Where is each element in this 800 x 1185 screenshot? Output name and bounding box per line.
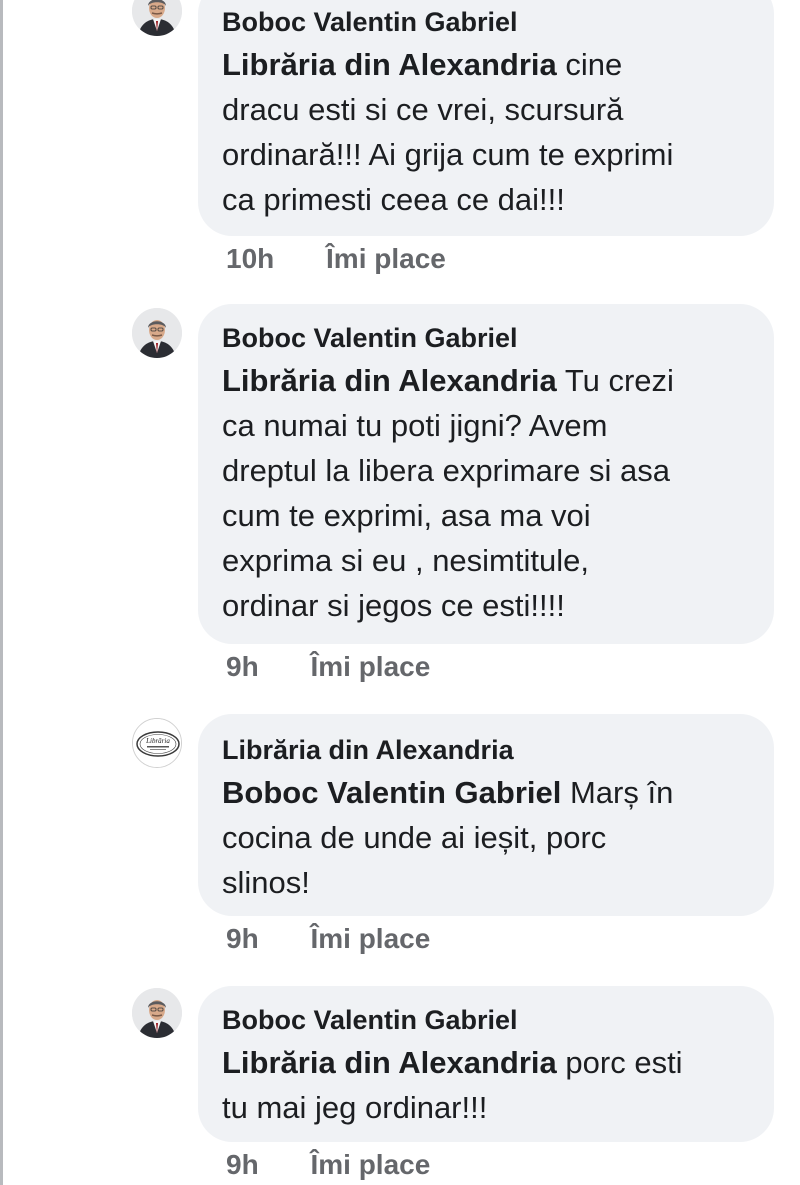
comment-line: ordinar si jegos ce esti!!!! (222, 588, 565, 623)
comment-timestamp[interactable]: 9h (226, 922, 259, 956)
person-in-suit-avatar-icon[interactable] (132, 988, 182, 1038)
comment-timestamp[interactable]: 9h (226, 650, 259, 684)
like-button[interactable]: Îmi place (326, 242, 446, 276)
comment-meta: 9h Îmi place (226, 922, 430, 956)
comment-line: slinos! (222, 865, 310, 900)
comment-meta: 9h Îmi place (226, 650, 430, 684)
comment-author[interactable]: Librăria din Alexandria (222, 732, 750, 768)
comment-timestamp[interactable]: 9h (226, 1148, 259, 1182)
thread-line (0, 0, 3, 1185)
comment-bubble: Boboc Valentin Gabriel Librăria din Alex… (198, 304, 774, 644)
comment-line: dreptul la libera exprimare si asa (222, 453, 670, 488)
comment-author[interactable]: Boboc Valentin Gabriel (222, 4, 750, 40)
comment-line: Tu crezi (564, 363, 674, 398)
comment-author[interactable]: Boboc Valentin Gabriel (222, 320, 750, 356)
comment-meta: 9h Îmi place (226, 1148, 430, 1182)
comment-text: Librăria din Alexandria porc esti tu mai… (222, 1040, 750, 1130)
comment-text: Librăria din Alexandria cine dracu esti … (222, 42, 750, 222)
comment-line: ca numai tu poti jigni? Avem (222, 408, 608, 443)
mention-link[interactable]: Librăria din Alexandria (222, 363, 557, 398)
mention-link[interactable]: Boboc Valentin Gabriel (222, 775, 561, 810)
comment-author[interactable]: Boboc Valentin Gabriel (222, 1002, 750, 1038)
comment-line: exprima si eu , nesimtitule, (222, 543, 589, 578)
comment-text: Boboc Valentin Gabriel Marș în cocina de… (222, 770, 750, 905)
comment-line: cum te exprimi, asa ma voi (222, 498, 591, 533)
comment-line: dracu esti si ce vrei, scursură (222, 92, 624, 127)
logo-text: Librăria (145, 737, 170, 745)
comment-bubble: Librăria din Alexandria Boboc Valentin G… (198, 714, 774, 916)
comment-bubble: Boboc Valentin Gabriel Librăria din Alex… (198, 986, 774, 1142)
like-button[interactable]: Îmi place (310, 650, 430, 684)
mention-link[interactable]: Librăria din Alexandria (222, 47, 557, 82)
comment-line: ca primesti ceea ce dai!!! (222, 182, 565, 217)
person-in-suit-avatar-icon[interactable] (132, 308, 182, 358)
comment-meta: 10h Îmi place (226, 242, 446, 276)
mention-link[interactable]: Librăria din Alexandria (222, 1045, 557, 1080)
comment-bubble: Boboc Valentin Gabriel Librăria din Alex… (198, 0, 774, 236)
person-in-suit-avatar-icon[interactable] (132, 0, 182, 36)
comment-line: cocina de unde ai ieșit, porc (222, 820, 607, 855)
like-button[interactable]: Îmi place (310, 1148, 430, 1182)
comment-line: tu mai jeg ordinar!!! (222, 1090, 488, 1125)
bookstore-logo-icon[interactable]: Librăria (132, 718, 182, 768)
comment-line: Marș în (569, 775, 674, 810)
comment-line: ordinară!!! Ai grija cum te exprimi (222, 137, 674, 172)
comment-text: Librăria din Alexandria Tu crezi ca numa… (222, 358, 750, 628)
comment-line: cine (565, 47, 623, 82)
comment-timestamp[interactable]: 10h (226, 242, 274, 276)
like-button[interactable]: Îmi place (310, 922, 430, 956)
comment-line: porc esti (565, 1045, 683, 1080)
